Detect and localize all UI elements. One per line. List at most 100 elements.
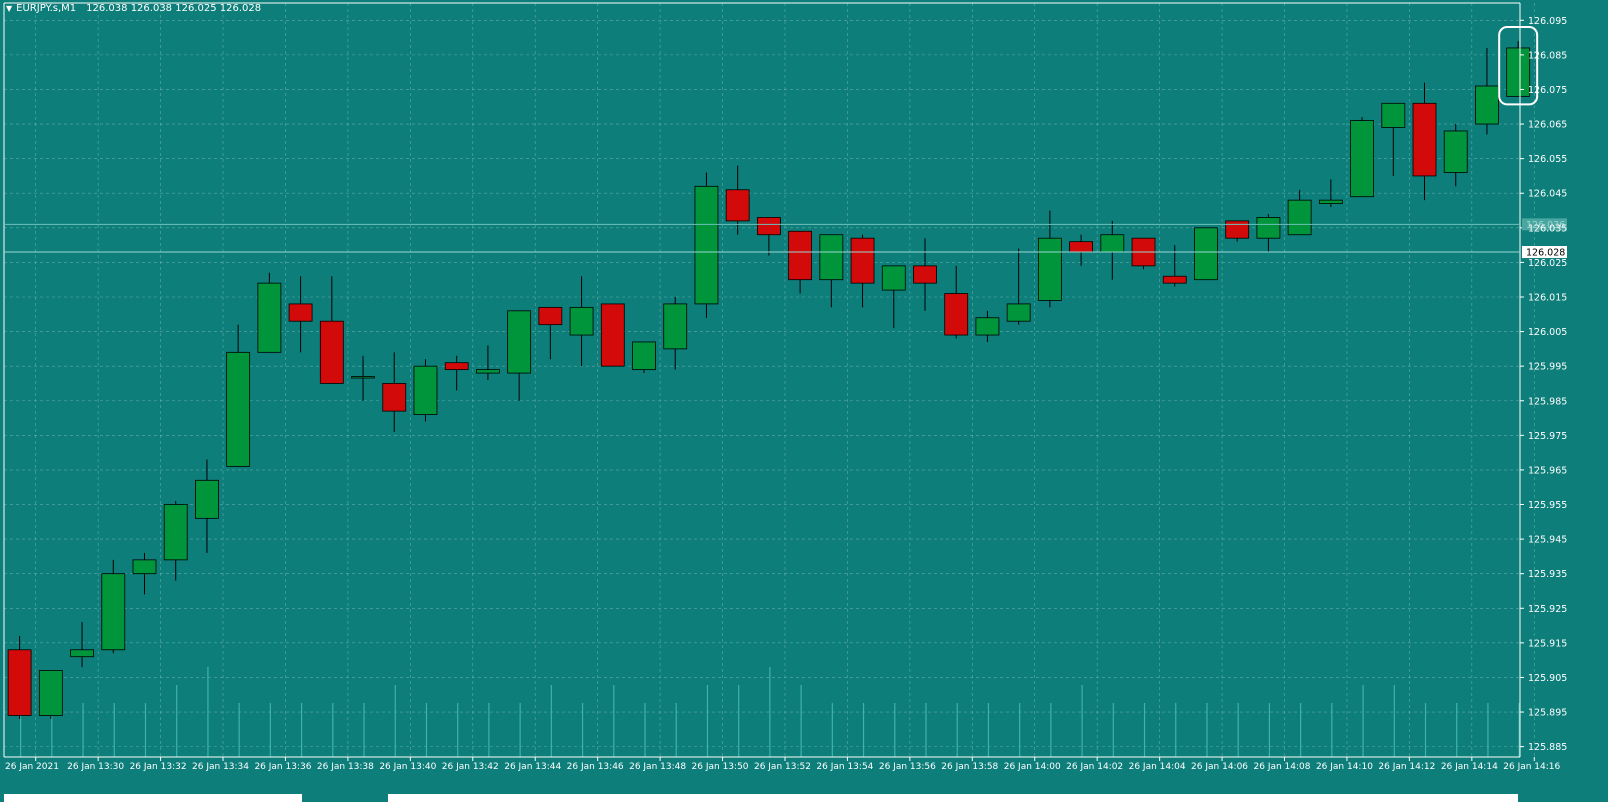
candle[interactable] [850,234,875,308]
y-tick-label: 126.075 [1528,85,1567,96]
candle[interactable] [257,272,282,353]
y-tick-label: 125.995 [1528,362,1567,373]
y-tick-label: 125.985 [1528,396,1567,407]
candle-body-bull [1350,120,1374,198]
candle[interactable] [1131,237,1156,270]
x-tick-label: 26 Jan 13:34 [192,762,249,772]
y-tick-label: 125.975 [1528,431,1567,442]
y-tick-label: 125.965 [1528,465,1567,476]
candle[interactable] [756,217,781,256]
x-tick-label: 26 Jan 13:44 [504,762,561,772]
x-tick-label: 26 Jan 14:16 [1503,762,1560,772]
candle[interactable] [632,341,656,374]
x-tick-label: 26 Jan 13:46 [567,762,624,772]
scroll-strip-right[interactable] [388,794,1518,802]
x-tick-label: 26 Jan 13:54 [816,762,873,772]
y-tick-label: 126.085 [1528,50,1567,61]
candle-body-bull [663,303,688,350]
candle[interactable] [944,265,969,339]
candle[interactable] [1475,47,1499,135]
x-tick-label: 26 Jan 14:12 [1378,762,1435,772]
candle-body-bull [226,351,251,467]
candle-body-bull [1381,102,1406,128]
candle[interactable] [1194,227,1218,281]
candle-body-bear [382,383,407,412]
candle-body-bear [7,649,32,716]
candle-body-bull [1475,85,1499,125]
triangle-down-icon[interactable]: ▼ [6,4,12,13]
candle[interactable] [1037,210,1062,308]
candles [7,41,1531,719]
candle-body-bear [913,265,937,284]
bid-price-label: 126.028 [1526,248,1565,259]
x-tick-label: 26 Jan 14:14 [1441,762,1498,772]
candle[interactable] [663,296,688,370]
candle[interactable] [70,622,94,668]
x-tick-label: 26 Jan 2021 [5,762,59,772]
candle[interactable] [1381,102,1406,176]
candle[interactable] [600,303,625,367]
candle[interactable] [163,501,188,581]
scroll-strip-left[interactable] [4,794,302,802]
candle[interactable] [413,359,438,422]
candle[interactable] [881,265,906,329]
candle-body-bull [1318,199,1343,205]
candle-body-bear [319,320,344,384]
candle-body-bear [756,217,781,236]
candle[interactable] [975,310,1000,342]
ohlc-readout: 126.038 126.038 126.025 126.028 [86,3,262,14]
candle-body-bull [163,504,188,561]
y-tick-label: 126.055 [1528,154,1567,165]
chart-header: ▼ EURJPY.s,M1 126.038 126.038 126.025 12… [6,3,261,14]
candle[interactable] [694,172,719,318]
candle[interactable] [507,310,532,401]
chart-window[interactable]: 126.036 126.028 126.095 126.085 126.075 126.… [0,0,1608,802]
candle[interactable] [788,230,813,294]
candle-body-bull [1006,303,1031,322]
price-chart[interactable]: 126.036126.028 126.095126.085126.075126.… [0,0,1608,802]
y-tick-label: 126.025 [1528,258,1567,269]
candle[interactable] [101,559,126,654]
candle-body-bear [1412,102,1437,177]
candle[interactable] [382,352,407,432]
candle-body-bull [257,282,282,353]
candle[interactable] [569,276,594,367]
candle[interactable] [351,355,375,401]
candle[interactable] [538,306,563,360]
candle[interactable] [1412,82,1437,201]
candle[interactable] [1350,117,1374,198]
candle[interactable] [819,234,844,308]
candle[interactable] [288,276,313,353]
candle-body-bear [288,303,313,322]
candle[interactable] [1069,234,1093,266]
x-tick-label: 26 Jan 13:50 [692,762,749,772]
symbol-label: EURJPY.s,M1 [16,3,77,14]
y-tick-label: 125.945 [1528,535,1567,546]
x-tick-label: 26 Jan 13:42 [442,762,499,772]
candle-body-bull [476,369,500,374]
candle[interactable] [7,635,32,719]
x-tick-label: 26 Jan 13:48 [629,762,686,772]
y-tick-label: 126.065 [1528,120,1567,131]
candle-body-bull [413,365,438,415]
candle-body-bull [1194,227,1218,281]
candle[interactable] [319,276,344,384]
candle[interactable] [1506,41,1531,97]
x-tick-label: 26 Jan 13:36 [254,762,311,772]
candle[interactable] [226,324,251,467]
candle[interactable] [1006,248,1031,325]
candle-body-bull [70,649,94,658]
candle-body-bull [101,573,126,651]
candle[interactable] [1256,213,1281,253]
candle[interactable] [38,670,63,719]
candle-body-bull [1256,217,1281,239]
candle[interactable] [132,552,157,595]
candle-body-bear [1069,241,1093,253]
candle[interactable] [1162,245,1187,287]
candle[interactable] [1100,220,1125,280]
candle[interactable] [444,355,469,391]
candle[interactable] [476,345,500,380]
candle[interactable] [1443,124,1468,187]
candle[interactable] [913,238,937,311]
candle[interactable] [1287,189,1312,236]
